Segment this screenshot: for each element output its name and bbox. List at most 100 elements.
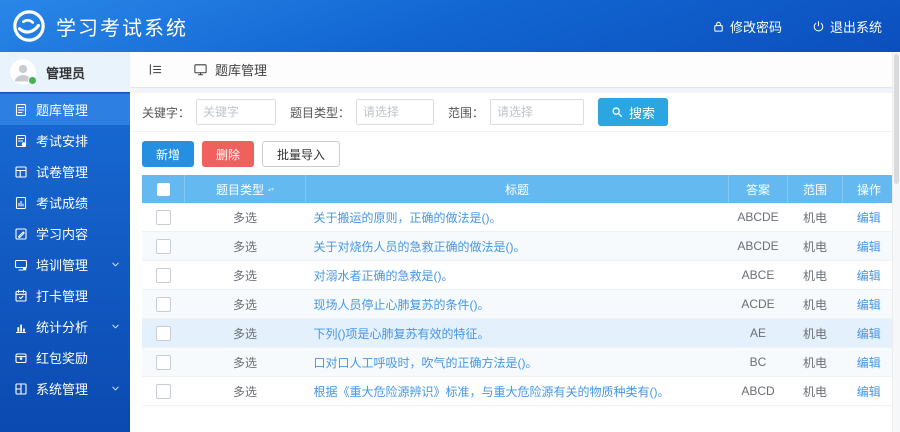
sidebar-item-label: 红包奖励	[36, 348, 88, 367]
book-edit-icon	[14, 227, 28, 241]
cell-question-type: 多选	[185, 261, 306, 290]
cell-scope: 机电	[788, 232, 843, 261]
chevron-down-icon	[111, 260, 120, 269]
chevron-down-icon	[111, 384, 120, 393]
edit-link[interactable]: 编辑	[857, 240, 881, 254]
row-checkbox[interactable]	[156, 355, 171, 370]
delete-button[interactable]: 删除	[202, 141, 254, 167]
chevron-down-icon	[111, 322, 120, 331]
edit-link[interactable]: 编辑	[857, 211, 881, 225]
row-checkbox[interactable]	[156, 239, 171, 254]
question-title-link[interactable]: 对溺水者正确的急救是()。	[314, 269, 454, 283]
sidebar-item[interactable]: 统计分析	[0, 311, 130, 342]
logout-button[interactable]: 退出系统	[812, 17, 882, 36]
row-checkbox[interactable]	[156, 210, 171, 225]
row-checkbox[interactable]	[156, 384, 171, 399]
question-title-link[interactable]: 现场人员停止心肺复苏的条件()。	[314, 298, 490, 312]
search-button[interactable]: 搜索	[598, 98, 668, 126]
sidebar-item[interactable]: 题库管理	[0, 94, 130, 125]
sidebar-item[interactable]: 红包奖励	[0, 342, 130, 373]
cell-answer: ACDE	[729, 290, 788, 319]
cell-question-type: 多选	[185, 377, 306, 406]
edit-link[interactable]: 编辑	[857, 356, 881, 370]
question-title-link[interactable]: 口对口人工呼吸时，吹气的正确方法是()。	[314, 356, 538, 370]
sidebar-item[interactable]: 系统管理	[0, 373, 130, 404]
sidebar-item-label: 试卷管理	[36, 162, 88, 181]
question-title-link[interactable]: 关于对烧伤人员的急救正确的做法是()。	[314, 240, 526, 254]
row-checkbox[interactable]	[156, 297, 171, 312]
cell-scope: 机电	[788, 319, 843, 348]
edit-link[interactable]: 编辑	[857, 327, 881, 341]
scrollbar[interactable]	[892, 52, 900, 432]
cell-question-type: 多选	[185, 232, 306, 261]
row-checkbox[interactable]	[156, 268, 171, 283]
scope-select[interactable]	[490, 99, 584, 125]
swirl-logo-icon	[12, 9, 46, 43]
cell-question-type: 多选	[185, 203, 306, 232]
sidebar-item[interactable]: 培训管理	[0, 249, 130, 280]
cell-question-type: 多选	[185, 319, 306, 348]
avatar	[10, 59, 36, 85]
question-title-link[interactable]: 根据《重大危险源辨识》标准，与重大危险源有关的物质种类有()。	[314, 385, 670, 399]
table-row: 多选下列()项是心肺复苏有效的特征。AE机电编辑	[142, 319, 895, 348]
sidebar-item[interactable]: 试卷管理	[0, 156, 130, 187]
sort-icon[interactable]: ▴▾	[268, 188, 274, 193]
cell-answer: ABCDE	[729, 232, 788, 261]
column-header-answer: 答案	[729, 175, 788, 203]
sidebar-item-label: 打卡管理	[36, 286, 88, 305]
cell-scope: 机电	[788, 377, 843, 406]
table-header-row: 题目类型▴▾ 标题 答案 范围 操作	[142, 175, 895, 203]
settings-icon	[14, 382, 28, 396]
column-header-scope: 范围	[788, 175, 843, 203]
sidebar-item[interactable]: 考试安排	[0, 125, 130, 156]
power-icon	[812, 20, 825, 33]
cell-scope: 机电	[788, 348, 843, 377]
tab-label: 题库管理	[215, 60, 267, 79]
sidebar-item-label: 考试安排	[36, 131, 88, 150]
grid-doc-icon	[14, 165, 28, 179]
logout-label: 退出系统	[830, 17, 882, 36]
cell-question-type: 多选	[185, 290, 306, 319]
online-status-dot	[28, 76, 37, 85]
tab-question-bank[interactable]: 题库管理	[179, 52, 281, 87]
cell-answer: BC	[729, 348, 788, 377]
sidebar-item[interactable]: 学习内容	[0, 218, 130, 249]
filter-bar: 关键字： 题目类型： 范围： 搜索	[130, 93, 900, 132]
monitor-icon	[193, 62, 208, 77]
toolbar: 新增 删除 批量导入	[130, 132, 900, 175]
cell-scope: 机电	[788, 290, 843, 319]
user-name: 管理员	[46, 63, 85, 82]
select-all-checkbox[interactable]	[157, 183, 170, 196]
column-header-type-label: 题目类型	[216, 183, 264, 197]
search-icon	[611, 106, 623, 118]
scope-label: 范围：	[448, 104, 484, 121]
add-button[interactable]: 新增	[142, 141, 194, 167]
menu-fold-icon[interactable]	[130, 62, 179, 77]
sidebar-item[interactable]: 打卡管理	[0, 280, 130, 311]
table-row: 多选关于对烧伤人员的急救正确的做法是()。 ABCDE机电编辑	[142, 232, 895, 261]
calendar-check-icon	[14, 289, 28, 303]
cell-question-type: 多选	[185, 348, 306, 377]
column-header-title: 标题	[306, 175, 729, 203]
change-password-label: 修改密码	[730, 17, 782, 36]
table-row: 多选关于搬运的原则，正确的做法是()。ABCDE机电编辑	[142, 203, 895, 232]
keyword-input[interactable]	[196, 99, 276, 125]
question-title-link[interactable]: 关于搬运的原则，正确的做法是()。	[314, 211, 502, 225]
app-title: 学习考试系统	[56, 12, 188, 41]
scrollbar-thumb[interactable]	[894, 54, 899, 184]
app-logo: 学习考试系统	[0, 9, 188, 43]
cell-answer: ABCDE	[729, 203, 788, 232]
column-header-type[interactable]: 题目类型 ▴▾	[185, 175, 306, 203]
change-password-button[interactable]: 修改密码	[712, 17, 782, 36]
sidebar-item[interactable]: 考试成绩	[0, 187, 130, 218]
edit-link[interactable]: 编辑	[857, 269, 881, 283]
batch-import-button[interactable]: 批量导入	[262, 141, 340, 167]
question-title-link[interactable]: 下列()项是心肺复苏有效的特征。	[314, 327, 490, 341]
question-type-select[interactable]	[356, 99, 434, 125]
row-checkbox[interactable]	[156, 326, 171, 341]
edit-link[interactable]: 编辑	[857, 298, 881, 312]
edit-link[interactable]: 编辑	[857, 385, 881, 399]
table-row: 多选根据《重大危险源辨识》标准，与重大危险源有关的物质种类有()。ABCD机电编…	[142, 377, 895, 406]
cell-answer: ABCE	[729, 261, 788, 290]
question-table: 题目类型▴▾ 标题 答案 范围 操作 多选关于搬运的原则，正确的做法是()。AB…	[142, 175, 895, 406]
